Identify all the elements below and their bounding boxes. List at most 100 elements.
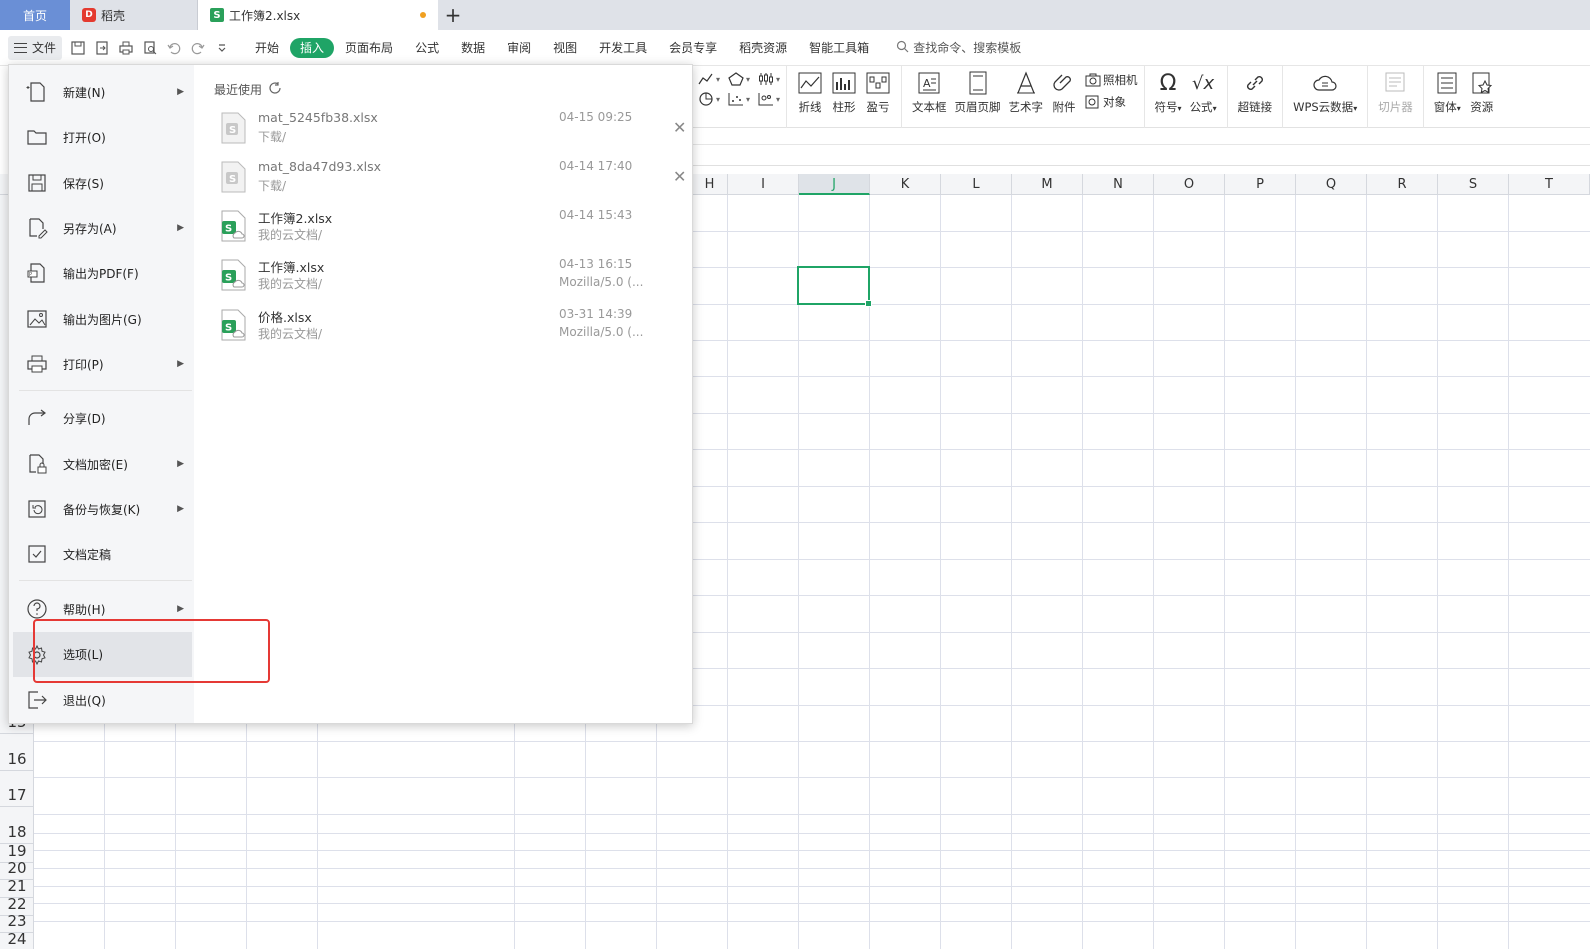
object-button[interactable]: 对象 bbox=[1085, 94, 1138, 110]
column-header-o[interactable]: O bbox=[1154, 174, 1225, 195]
other-chart-dropdown[interactable]: ▾ bbox=[758, 92, 780, 106]
word-art-button[interactable]: 艺术字 bbox=[1005, 70, 1048, 115]
export-icon[interactable] bbox=[94, 40, 110, 56]
menu-item-backup[interactable]: 备份与恢复(K) ▶ bbox=[9, 488, 194, 530]
row-header-18[interactable]: 18 bbox=[0, 807, 34, 844]
column-header-t[interactable]: T bbox=[1509, 174, 1590, 195]
refresh-icon[interactable] bbox=[268, 81, 282, 98]
print-preview-icon[interactable] bbox=[142, 40, 158, 56]
recent-file-time: 04-14 15:43 bbox=[559, 208, 633, 222]
command-search[interactable]: 查找命令、搜索模板 bbox=[896, 39, 1021, 56]
help-icon bbox=[25, 597, 49, 621]
active-cell[interactable] bbox=[797, 266, 872, 307]
menu-item-encrypt[interactable]: 文档加密(E) ▶ bbox=[9, 443, 194, 485]
tab-daoke-resources[interactable]: 稻壳资源 bbox=[728, 38, 798, 58]
formula-button[interactable]: √x 公式▾ bbox=[1186, 70, 1221, 115]
grid-line bbox=[0, 833, 1590, 834]
recent-file-item[interactable]: S 工作簿2.xlsx 我的云文档/ 04-14 15:43 bbox=[214, 206, 684, 252]
line-chart-dropdown[interactable]: ▾ bbox=[698, 72, 720, 86]
remove-recent-close-icon[interactable]: ✕ bbox=[673, 167, 686, 186]
sparkline-line-button[interactable]: 折线 bbox=[793, 70, 827, 115]
tab-review[interactable]: 审阅 bbox=[496, 38, 542, 58]
menu-item-exit[interactable]: 退出(Q) bbox=[9, 679, 194, 721]
header-footer-icon bbox=[965, 70, 991, 96]
tab-start[interactable]: 开始 bbox=[244, 38, 290, 58]
grid-line bbox=[0, 868, 1590, 869]
print-icon[interactable] bbox=[118, 40, 134, 56]
column-header-i[interactable]: I bbox=[728, 174, 799, 195]
column-header-r[interactable]: R bbox=[1367, 174, 1438, 195]
tab-view[interactable]: 视图 bbox=[542, 38, 588, 58]
symbol-button[interactable]: Ω 符号▾ bbox=[1151, 70, 1186, 115]
column-header-k[interactable]: K bbox=[870, 174, 941, 195]
sparkline-column-button[interactable]: 柱形 bbox=[827, 70, 861, 115]
add-tab-button[interactable]: + bbox=[438, 0, 468, 30]
column-header-s[interactable]: S bbox=[1438, 174, 1509, 195]
column-header-l[interactable]: L bbox=[941, 174, 1012, 195]
text-box-button[interactable]: A 文本框 bbox=[908, 70, 951, 115]
recent-file-item[interactable]: S mat_8da47d93.xlsx 下载/ 04-14 17:40 ✕ bbox=[214, 157, 686, 203]
menu-item-open[interactable]: 打开(O) bbox=[9, 116, 194, 158]
window-button[interactable]: 窗体▾ bbox=[1430, 70, 1465, 115]
tab-smart-toolbox[interactable]: 智能工具箱 bbox=[798, 38, 880, 58]
recent-files-title-text: 最近使用 bbox=[214, 83, 263, 97]
row-header-17[interactable]: 17 bbox=[0, 771, 34, 807]
menu-item-print[interactable]: 打印(P) ▶ bbox=[9, 343, 194, 385]
wps-cloud-data-button[interactable]: WPS云数据▾ bbox=[1289, 70, 1361, 115]
camera-button[interactable]: 照相机 bbox=[1085, 72, 1138, 88]
undo-icon[interactable] bbox=[166, 40, 182, 56]
menu-item-finalize[interactable]: 文档定稿 bbox=[9, 533, 194, 575]
hyperlink-button[interactable]: 超链接 bbox=[1234, 70, 1277, 115]
stock-chart-dropdown[interactable]: ▾ bbox=[758, 72, 780, 86]
text-box-label: 文本框 bbox=[912, 100, 947, 114]
recent-file-time: 04-13 16:15 bbox=[559, 257, 633, 271]
recent-file-item[interactable]: S 价格.xlsx 我的云文档/ 03-31 14:39 Mozilla/5.0… bbox=[214, 305, 684, 351]
remove-recent-close-icon[interactable]: ✕ bbox=[673, 118, 686, 137]
column-header-h[interactable]: H bbox=[692, 174, 728, 195]
column-header-j[interactable]: J bbox=[799, 174, 870, 195]
row-header-16[interactable]: 16 bbox=[0, 734, 34, 771]
pie-chart-dropdown[interactable]: ▾ bbox=[698, 92, 720, 106]
menu-item-export-pdf[interactable]: P 输出为PDF(F) bbox=[9, 252, 194, 294]
grid-line bbox=[869, 195, 870, 949]
column-header-q[interactable]: Q bbox=[1296, 174, 1367, 195]
slicer-button[interactable]: 切片器 bbox=[1374, 70, 1417, 115]
customize-toolbar-icon[interactable] bbox=[214, 40, 230, 56]
menu-item-export-image[interactable]: 输出为图片(G) bbox=[9, 298, 194, 340]
file-menu-button[interactable]: 文件 bbox=[8, 35, 63, 60]
attachment-label: 附件 bbox=[1052, 100, 1076, 114]
tab-home[interactable]: 首页 bbox=[0, 0, 70, 30]
tab-page-layout[interactable]: 页面布局 bbox=[334, 38, 404, 58]
tab-insert[interactable]: 插入 bbox=[290, 37, 335, 58]
column-header-p[interactable]: P bbox=[1225, 174, 1296, 195]
recent-file-item[interactable]: S mat_5245fb38.xlsx 下载/ 04-15 09:25 ✕ bbox=[214, 108, 686, 154]
sparkline-winloss-button[interactable]: 盈亏 bbox=[861, 70, 895, 115]
chevron-down-icon: ▾ bbox=[776, 74, 781, 84]
unsaved-dot-icon bbox=[420, 12, 426, 18]
attachment-button[interactable]: 附件 bbox=[1047, 70, 1081, 115]
scatter-chart-dropdown[interactable]: ▾ bbox=[728, 92, 750, 106]
menu-item-save-as[interactable]: 另存为(A) ▶ bbox=[9, 207, 194, 249]
menu-item-new[interactable]: 新建(N) ▶ bbox=[9, 71, 194, 113]
tab-formula[interactable]: 公式 bbox=[404, 38, 450, 58]
tab-member[interactable]: 会员专享 bbox=[658, 38, 728, 58]
row-header-24[interactable]: 24 bbox=[0, 930, 34, 949]
save-icon[interactable] bbox=[70, 40, 86, 56]
camera-label: 照相机 bbox=[1103, 73, 1138, 87]
tab-developer[interactable]: 开发工具 bbox=[588, 38, 658, 58]
grid-line bbox=[0, 777, 1590, 778]
radar-chart-dropdown[interactable]: ▾ bbox=[728, 72, 750, 86]
tab-document[interactable]: S 工作簿2.xlsx bbox=[198, 0, 438, 30]
column-header-n[interactable]: N bbox=[1083, 174, 1154, 195]
menu-item-save[interactable]: 保存(S) bbox=[9, 162, 194, 204]
sparkline-line-label: 折线 bbox=[798, 100, 822, 114]
resource-button[interactable]: 资源 bbox=[1465, 70, 1499, 115]
recent-file-path: 我的云文档/ bbox=[258, 277, 323, 291]
header-footer-button[interactable]: 页眉页脚 bbox=[951, 70, 1005, 115]
tab-data[interactable]: 数据 bbox=[450, 38, 496, 58]
menu-item-share[interactable]: 分享(D) bbox=[9, 397, 194, 439]
column-header-m[interactable]: M bbox=[1012, 174, 1083, 195]
tab-daoke[interactable]: D 稻壳 bbox=[70, 0, 198, 30]
recent-file-item[interactable]: S 工作簿.xlsx 我的云文档/ 04-13 16:15 Mozilla/5.… bbox=[214, 255, 684, 301]
redo-icon[interactable] bbox=[190, 40, 206, 56]
